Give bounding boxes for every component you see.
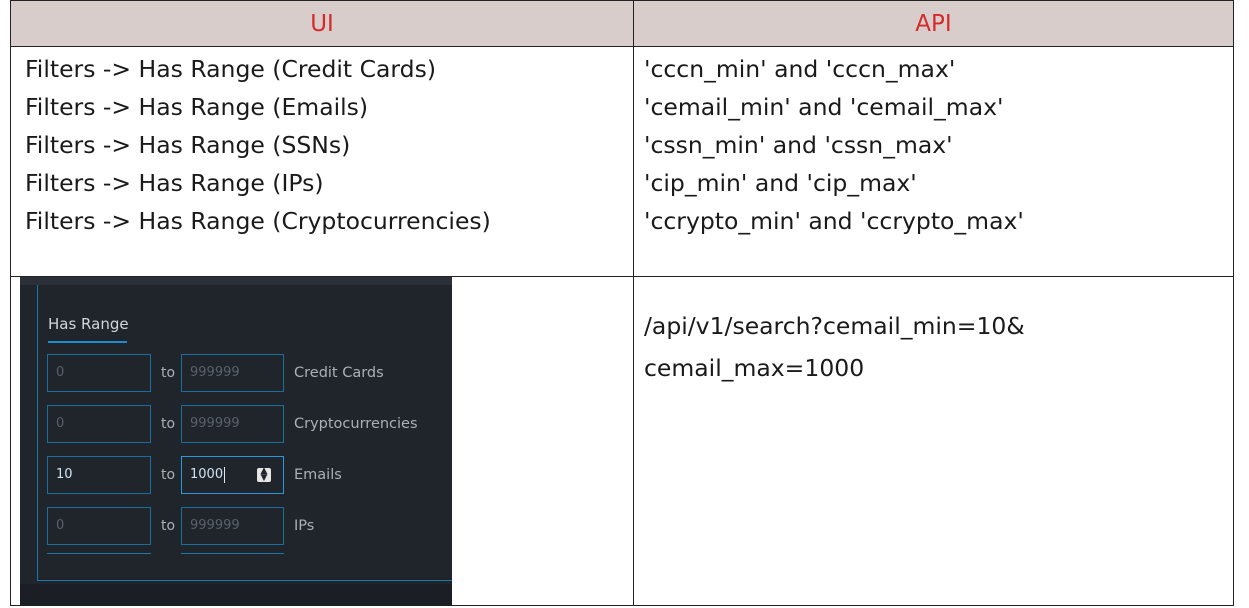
- api-mapping-emails: 'cemail_min' and 'cemail_max': [644, 93, 1004, 121]
- ui-mapping-emails: Filters -> Has Range (Emails): [25, 93, 369, 121]
- api-mapping-cryptocurrencies: 'ccrypto_min' and 'ccrypto_max': [644, 207, 1024, 235]
- api-mapping-ips: 'cip_min' and 'cip_max': [644, 169, 917, 197]
- api-column-cell: 'cccn_min' and 'cccn_max' 'cemail_min' a…: [633, 46, 1234, 277]
- ui-mapping-credit-cards: Filters -> Has Range (Credit Cards): [25, 55, 436, 83]
- ips-max-input[interactable]: 999999: [181, 507, 284, 545]
- spinner-icon[interactable]: ▲ ▼: [257, 467, 271, 483]
- api-example-url: /api/v1/search?cemail_min=10& cemail_max…: [644, 305, 1025, 389]
- has-range-title: Has Range: [48, 315, 129, 333]
- header-ui: UI: [10, 0, 634, 47]
- api-url-line-1: /api/v1/search?cemail_min=10&: [644, 312, 1025, 340]
- ips-label: IPs: [294, 518, 315, 534]
- mapping-table: UI API Filters -> Has Range (Credit Card…: [10, 0, 1234, 606]
- to-label: to: [161, 416, 176, 432]
- range-row-emails: 10 to 1000 ▲ ▼ Emails: [47, 456, 447, 494]
- example-row: Has Range 0 to 999999 Credit Cards 0 to …: [10, 276, 1234, 606]
- screenshot-cell: Has Range 0 to 999999 Credit Cards 0 to …: [10, 276, 634, 606]
- cryptocurrencies-min-input[interactable]: 0: [47, 405, 151, 443]
- emails-min-input[interactable]: 10: [47, 456, 151, 494]
- to-label: to: [161, 518, 176, 534]
- next-row-max-underline: [181, 553, 284, 554]
- api-example-cell: /api/v1/search?cemail_min=10& cemail_max…: [633, 276, 1234, 606]
- range-row-credit-cards: 0 to 999999 Credit Cards: [47, 354, 447, 392]
- panel-top-strip: [20, 277, 452, 285]
- ui-mapping-cryptocurrencies: Filters -> Has Range (Cryptocurrencies): [25, 207, 491, 235]
- header-api: API: [633, 0, 1234, 47]
- ips-min-input[interactable]: 0: [47, 507, 151, 545]
- next-row-min-underline: [47, 553, 151, 554]
- ui-mapping-ips: Filters -> Has Range (IPs): [25, 169, 324, 197]
- mapping-row: Filters -> Has Range (Credit Cards) Filt…: [10, 46, 1234, 277]
- ui-column-cell: Filters -> Has Range (Credit Cards) Filt…: [10, 46, 634, 277]
- emails-label: Emails: [294, 467, 342, 483]
- api-mapping-credit-cards: 'cccn_min' and 'cccn_max': [644, 55, 956, 83]
- cryptocurrencies-max-input[interactable]: 999999: [181, 405, 284, 443]
- to-label: to: [161, 467, 176, 483]
- has-range-tab-underline: [48, 341, 127, 343]
- ui-mapping-ssns: Filters -> Has Range (SSNs): [25, 131, 351, 159]
- credit-cards-max-input[interactable]: 999999: [181, 354, 284, 392]
- text-caret: [224, 466, 226, 483]
- emails-max-value: 1000: [190, 467, 224, 482]
- emails-max-input[interactable]: 1000 ▲ ▼: [181, 456, 284, 494]
- credit-cards-label: Credit Cards: [294, 365, 384, 381]
- api-mapping-ssns: 'cssn_min' and 'cssn_max': [644, 131, 953, 159]
- table-header-row: UI API: [10, 0, 1234, 47]
- range-row-cryptocurrencies: 0 to 999999 Cryptocurrencies: [47, 405, 447, 443]
- api-url-line-2: cemail_max=1000: [644, 354, 865, 382]
- credit-cards-min-input[interactable]: 0: [47, 354, 151, 392]
- range-row-ips: 0 to 999999 IPs: [47, 507, 447, 545]
- panel-bottom-strip: [20, 584, 452, 606]
- cryptocurrencies-label: Cryptocurrencies: [294, 416, 418, 432]
- to-label: to: [161, 365, 176, 381]
- has-range-panel-screenshot: Has Range 0 to 999999 Credit Cards 0 to …: [20, 277, 452, 606]
